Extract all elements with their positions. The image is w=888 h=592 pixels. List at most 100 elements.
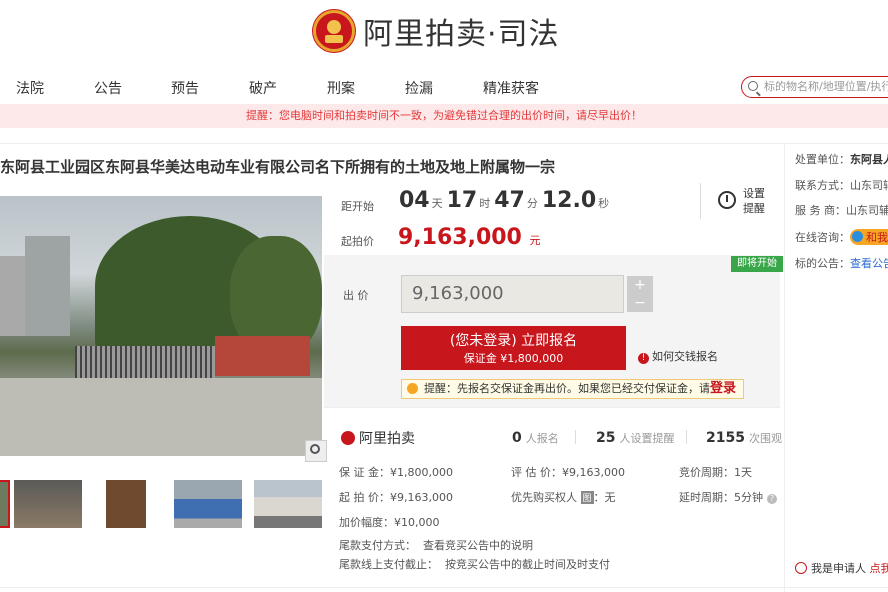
lightbulb-icon bbox=[407, 383, 418, 394]
divider bbox=[0, 143, 888, 144]
chat-button[interactable]: 和我联系 bbox=[850, 229, 888, 245]
auction-page: 阿里拍卖·司法 法院 公告 预告 破产 刑案 捡漏 精准获客 标的物名称/地理位… bbox=[0, 0, 888, 592]
start-price-label: 起拍价 bbox=[341, 235, 374, 248]
disposal-unit-value[interactable]: 东阿县人民法院 bbox=[850, 153, 888, 166]
reminder-count-label: 人设置提醒 bbox=[619, 432, 675, 445]
thumbnail-4[interactable] bbox=[174, 480, 242, 528]
search-icon bbox=[748, 81, 758, 91]
zoom-button[interactable] bbox=[305, 440, 327, 462]
thumbnail-3[interactable] bbox=[94, 480, 162, 528]
nav-item-announcement[interactable]: 公告 bbox=[94, 78, 122, 98]
how-to-pay-text: 如何交钱报名 bbox=[652, 350, 718, 363]
set-reminder-button[interactable]: 设置 提醒 bbox=[700, 183, 770, 219]
applicant-count-label: 人报名 bbox=[525, 432, 559, 445]
register-button-label: (您未登录) 立即报名 bbox=[449, 333, 578, 349]
status-badge: 即将开始 bbox=[731, 256, 783, 272]
magnifier-icon bbox=[310, 444, 320, 454]
divider bbox=[324, 407, 780, 408]
online-consult-label: 在线咨询： bbox=[795, 231, 850, 244]
countdown-seconds: 12.0 bbox=[541, 188, 597, 213]
nav-item-bargain[interactable]: 捡漏 bbox=[405, 78, 433, 98]
increment-detail: 加价幅度：¥10,000 bbox=[339, 516, 440, 529]
disposal-unit-label: 处置单位： bbox=[795, 153, 850, 166]
countdown-days: 04 bbox=[399, 188, 430, 213]
applicant-link[interactable]: 点我 bbox=[870, 562, 888, 575]
countdown-hours-unit: 时 bbox=[479, 197, 491, 210]
view-count-label: 次围观 bbox=[748, 432, 782, 445]
register-button[interactable]: (您未登录) 立即报名 保证金 ¥1,800,000 bbox=[401, 326, 626, 370]
bid-amount-input[interactable]: 9,163,000 bbox=[401, 275, 624, 313]
how-to-pay-link[interactable]: ! 如何交钱报名 bbox=[638, 348, 718, 364]
main-photo[interactable] bbox=[0, 196, 322, 456]
deposit-tip: 提醒：先报名交保证金再出价。如果您已经交付保证金，请登录 bbox=[401, 379, 744, 399]
delay-cycle-detail: 延时周期：5分钟? bbox=[679, 489, 777, 505]
disposal-unit: 处置单位：东阿县人民法院 bbox=[795, 151, 888, 167]
start-price-value: 9,163,000 bbox=[398, 225, 522, 250]
service-provider: 服 务 商：山东司辅 bbox=[795, 202, 888, 218]
ali-auction-logo: 阿里拍卖 bbox=[341, 428, 415, 448]
view-count: 2155 次围观 bbox=[706, 430, 782, 446]
nav-item-criminal[interactable]: 刑案 bbox=[327, 78, 355, 98]
payment-deadline-detail: 尾款线上支付截止： 按竞买公告中的截止时间及时支付 bbox=[339, 556, 610, 572]
thumbnail-2[interactable] bbox=[14, 480, 82, 528]
service-provider-label: 服 务 商： bbox=[795, 204, 846, 217]
brand-logo[interactable]: 阿里拍卖·司法 bbox=[313, 6, 560, 56]
priority-buyer-detail: 优先购买权人 图：无 bbox=[511, 489, 616, 505]
photo-wall bbox=[215, 336, 310, 376]
thumbnail-1[interactable] bbox=[0, 480, 10, 528]
applicant-entry[interactable]: 我是申请人 点我 bbox=[795, 560, 888, 576]
reminder-line-1: 设置 bbox=[743, 187, 765, 200]
register-deposit-label: 保证金 ¥1,800,000 bbox=[463, 352, 564, 365]
time-notice: 提醒：您电脑时间和拍卖时间不一致，为避免错过合理的出价时间，请尽早出价！ bbox=[0, 104, 888, 128]
page-title: 东阿县工业园区东阿县华美达电动车业有限公司名下所拥有的土地及地上附属物一宗 bbox=[0, 158, 556, 176]
nav-item-preview[interactable]: 预告 bbox=[171, 78, 199, 98]
photo-building bbox=[25, 236, 70, 336]
countdown-timer: 04 天 17 时 47 分 12.0 秒 bbox=[399, 188, 613, 213]
bid-cycle-detail: 竞价周期：1天 bbox=[679, 466, 752, 479]
priority-buyer-label: 优先购买权人 bbox=[511, 491, 577, 504]
ali-auction-name: 阿里拍卖 bbox=[359, 431, 415, 447]
contact-info: 联系方式：山东司辅 bbox=[795, 177, 888, 193]
reminder-line-2: 提醒 bbox=[743, 202, 765, 215]
countdown-days-unit: 天 bbox=[431, 197, 443, 210]
contact-value: 山东司辅 bbox=[850, 179, 888, 192]
payment-method-label: 尾款支付方式： bbox=[339, 539, 416, 552]
deposit-tip-text: 提醒：先报名交保证金再出价。如果您已经交付保证金，请 bbox=[424, 382, 710, 395]
countdown-hours: 17 bbox=[446, 188, 478, 213]
reminder-count-value: 25 bbox=[596, 430, 616, 446]
divider bbox=[0, 587, 888, 588]
login-link[interactable]: 登录 bbox=[710, 381, 736, 396]
court-info-sidebar: 处置单位：东阿县人民法院 联系方式：山东司辅 服 务 商：山东司辅 在线咨询：和… bbox=[784, 144, 888, 592]
nav-item-precise-leads[interactable]: 精准获客 bbox=[483, 78, 539, 98]
reminder-count: 25 人设置提醒 bbox=[596, 430, 674, 446]
countdown-minutes-unit: 分 bbox=[526, 197, 538, 210]
start-price-unit: 元 bbox=[529, 234, 541, 247]
alarm-clock-icon bbox=[718, 191, 736, 209]
reminder-label: 设置 提醒 bbox=[743, 186, 765, 216]
online-consult: 在线咨询：和我联系 bbox=[795, 229, 888, 245]
increase-bid-button[interactable]: + bbox=[627, 276, 653, 294]
applicant-count: 0 人报名 bbox=[512, 430, 559, 446]
decrease-bid-button[interactable]: − bbox=[627, 294, 653, 312]
payment-method-value: 查看竞买公告中的说明 bbox=[423, 539, 533, 552]
help-icon[interactable]: ? bbox=[767, 494, 777, 504]
payment-deadline-label: 尾款线上支付截止： bbox=[339, 558, 438, 571]
priority-badge-icon[interactable]: 图 bbox=[580, 491, 594, 504]
deposit-detail: 保 证 金：¥1,800,000 bbox=[339, 466, 453, 479]
info-icon: ! bbox=[638, 353, 649, 364]
item-announcement-label: 标的公告： bbox=[795, 257, 850, 270]
nav-item-bankruptcy[interactable]: 破产 bbox=[249, 78, 277, 98]
start-price-detail: 起 拍 价：¥9,163,000 bbox=[339, 491, 453, 504]
search-placeholder: 标的物名称/地理位置/执行 bbox=[764, 80, 888, 93]
delay-cycle-text: 延时周期：5分钟 bbox=[679, 491, 763, 504]
thumbnail-5[interactable] bbox=[254, 480, 322, 528]
service-provider-value: 山东司辅 bbox=[846, 204, 888, 217]
search-input[interactable]: 标的物名称/地理位置/执行 bbox=[741, 76, 888, 98]
view-announcement-link[interactable]: 查看公告 bbox=[850, 257, 888, 270]
contact-label: 联系方式： bbox=[795, 179, 850, 192]
payment-method-detail: 尾款支付方式： 查看竞买公告中的说明 bbox=[339, 537, 533, 553]
applicant-text: 我是申请人 bbox=[811, 562, 866, 575]
photo-gate bbox=[75, 346, 215, 378]
payment-deadline-value: 按竞买公告中的截止时间及时支付 bbox=[445, 558, 610, 571]
nav-item-court[interactable]: 法院 bbox=[16, 78, 44, 98]
